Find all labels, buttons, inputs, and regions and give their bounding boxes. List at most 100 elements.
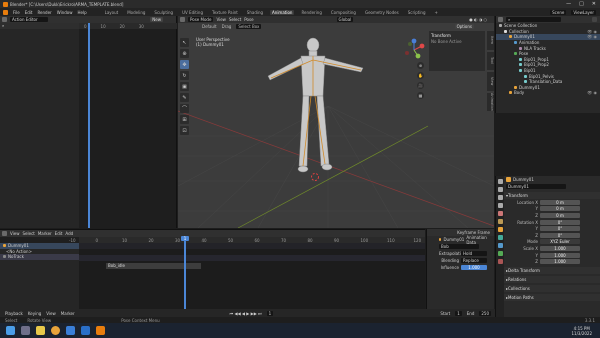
file-explorer-icon[interactable]	[36, 326, 45, 335]
nla-strip-area[interactable]	[79, 243, 425, 310]
drag-label[interactable]: Drag	[222, 24, 232, 29]
editor-type-icon[interactable]	[180, 17, 185, 22]
annotate-tool-icon[interactable]: ✎	[180, 93, 189, 102]
tab-geometry-nodes[interactable]: Geometry Nodes	[363, 10, 401, 15]
minimize-button[interactable]: —	[566, 1, 571, 7]
menu-view[interactable]: View	[216, 17, 226, 22]
tab-tool[interactable]: Tool	[487, 51, 494, 70]
3d-viewport[interactable]: Pose Mode View Select Pose Global ● ◐ ◑ …	[178, 16, 494, 228]
playback-menu[interactable]: Playback	[5, 311, 23, 316]
tab-item[interactable]: Item	[487, 31, 494, 50]
action-editor-ruler[interactable]: 0 10 20 30	[79, 23, 177, 29]
scale-z-field[interactable]: 1.000	[540, 259, 580, 265]
view-layer-tab-icon[interactable]	[497, 203, 503, 208]
physics-tab-icon[interactable]	[497, 235, 503, 240]
render-tab-icon[interactable]	[497, 187, 503, 192]
transform-orientation-dropdown[interactable]: Global	[336, 17, 354, 22]
new-action-button[interactable]: New	[150, 17, 163, 22]
blender-menu-icon[interactable]	[3, 9, 8, 15]
motion-paths-section[interactable]: ▸ Motion Paths	[496, 293, 600, 301]
texture-tab-icon[interactable]	[497, 259, 503, 264]
location-y-field[interactable]: 0 m	[540, 206, 580, 212]
tab-layout[interactable]: Layout	[103, 10, 121, 15]
visibility-toggle-icon[interactable]: 👁 ◉	[587, 34, 600, 39]
scale-tool-icon[interactable]: ▣	[180, 82, 189, 91]
menu-add[interactable]: Add	[65, 231, 73, 236]
tab-scripting[interactable]: Scripting	[406, 10, 428, 15]
scale-y-field[interactable]: 1.000	[540, 252, 580, 258]
search-icon[interactable]	[21, 326, 30, 335]
influence-field[interactable]: 1.000	[461, 265, 487, 270]
blender-taskbar-icon[interactable]	[96, 326, 105, 335]
scene-tab-icon[interactable]	[497, 211, 503, 216]
breakdowner-tool-icon[interactable]: ⊡	[180, 126, 189, 135]
armature-figure[interactable]	[263, 36, 393, 186]
menu-view[interactable]: View	[10, 231, 20, 236]
action-channel-list[interactable]: ⌕	[0, 23, 79, 228]
editor-type-icon[interactable]	[2, 17, 7, 22]
tab-compositing[interactable]: Compositing	[329, 10, 358, 15]
world-tab-icon[interactable]	[497, 219, 503, 224]
chrome-icon[interactable]	[51, 326, 60, 335]
maximize-button[interactable]: □	[579, 1, 584, 7]
menu-render[interactable]: Render	[37, 10, 51, 15]
tab-animation[interactable]: Animation	[270, 9, 295, 15]
data-tab-icon[interactable]	[497, 251, 503, 256]
view-menu[interactable]: View	[46, 311, 56, 316]
editor-type-icon[interactable]	[498, 17, 503, 22]
rotation-mode-dropdown[interactable]: XYZ Euler	[540, 239, 580, 245]
extrapolation-dropdown[interactable]: Hold	[461, 251, 487, 256]
tab-rendering[interactable]: Rendering	[299, 10, 323, 15]
menu-pose[interactable]: Pose	[244, 17, 253, 22]
tab-modeling[interactable]: Modeling	[125, 10, 147, 15]
close-button[interactable]: ✕	[592, 1, 596, 7]
move-tool-icon[interactable]: ✥	[180, 60, 189, 69]
add-workspace-button[interactable]: +	[433, 10, 440, 15]
tab-sculpting[interactable]: Sculpting	[152, 10, 175, 15]
outliner-row[interactable]: Body 👁 ◉	[496, 90, 600, 96]
channel-search[interactable]: ⌕	[0, 23, 79, 29]
tool-tab-icon[interactable]	[497, 179, 503, 184]
options-dropdown[interactable]: Options	[454, 23, 474, 29]
visibility-toggle-icon[interactable]: 👁 ◉	[587, 29, 600, 34]
menu-file[interactable]: File	[13, 10, 20, 15]
orientation-label[interactable]: Default	[202, 24, 217, 29]
blending-dropdown[interactable]: Replace	[461, 258, 487, 263]
action-field[interactable]: Bob	[439, 244, 479, 249]
select-box-dropdown[interactable]: Select Box	[236, 23, 262, 29]
output-tab-icon[interactable]	[497, 195, 503, 200]
action-editor-mode[interactable]: Action Editor	[10, 17, 48, 22]
relations-section[interactable]: ▸ Relations	[496, 275, 600, 283]
tab-texture-paint[interactable]: Texture Paint	[210, 10, 240, 15]
rotation-y-field[interactable]: 0°	[540, 226, 580, 232]
view-layer-selector[interactable]: ViewLayer	[571, 9, 596, 15]
rotate-tool-icon[interactable]: ↻	[180, 71, 189, 80]
action-editor-playhead[interactable]	[88, 23, 90, 228]
camera-icon[interactable]: 🎥	[417, 82, 424, 89]
transform-section-header[interactable]: ▾ Transform	[496, 192, 600, 199]
scene-selector[interactable]: Scene	[550, 9, 567, 15]
cursor-tool-icon[interactable]: ⊕	[180, 49, 189, 58]
location-z-field[interactable]: 0 m	[540, 212, 580, 218]
grid-icon[interactable]: ▦	[417, 92, 424, 99]
scale-x-field[interactable]: 1.000	[540, 245, 580, 251]
rotation-x-field[interactable]: 0°	[540, 219, 580, 225]
relax-tool-icon[interactable]: ⊞	[180, 115, 189, 124]
tab-uv-editing[interactable]: UV Editing	[180, 10, 205, 15]
menu-marker[interactable]: Marker	[38, 231, 52, 236]
shading-buttons[interactable]: ● ◐ ◑ ○	[469, 17, 487, 22]
menu-select[interactable]: Select	[229, 17, 241, 22]
nla-playhead[interactable]: 1	[181, 236, 189, 309]
object-tab-icon[interactable]	[497, 227, 503, 232]
playhead-frame-label[interactable]: 1	[181, 236, 189, 241]
end-frame-field[interactable]: 250	[479, 310, 491, 316]
keying-menu[interactable]: Keying	[28, 311, 41, 316]
3d-cursor-icon[interactable]	[310, 172, 320, 182]
nla-channel-track[interactable]: NoTrack	[0, 254, 79, 260]
clock[interactable]: 4:15 PM 11/3/2022	[571, 326, 600, 336]
menu-edit[interactable]: Edit	[55, 231, 63, 236]
editor-type-icon[interactable]	[2, 231, 7, 236]
current-frame-field[interactable]: 1	[266, 310, 274, 316]
menu-help[interactable]: Help	[77, 10, 86, 15]
menu-edit[interactable]: Edit	[25, 10, 33, 15]
